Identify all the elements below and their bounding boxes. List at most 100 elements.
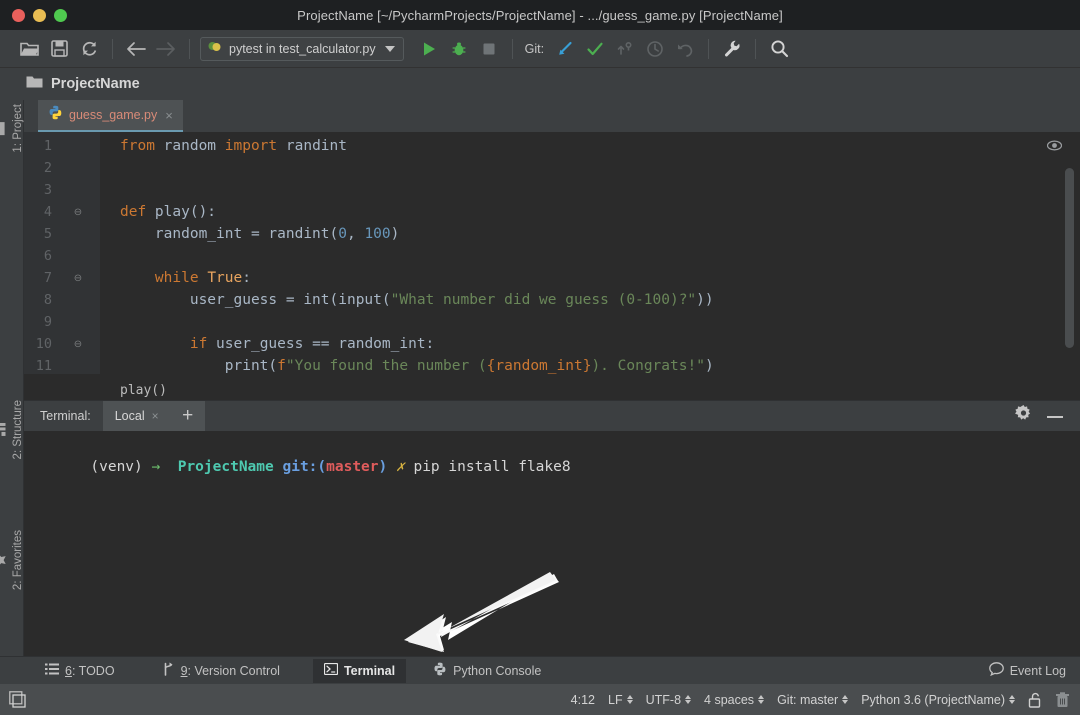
toolbar-divider-5	[755, 39, 756, 59]
encoding-selector[interactable]: UTF-8	[646, 693, 691, 707]
indent-selector[interactable]: 4 spaces	[704, 693, 764, 707]
terminal-actions	[1015, 405, 1080, 427]
line-number: 7	[24, 270, 52, 286]
folder-icon	[26, 75, 43, 94]
code-editor[interactable]: 1234⊖567⊖8910⊖1112⊖ from random import r…	[24, 132, 1080, 400]
sidebar-item-project[interactable]: 1: Project	[0, 104, 24, 153]
toolbar-divider-3	[512, 39, 513, 59]
run-configuration-selector[interactable]: pytest in test_calculator.py	[200, 37, 404, 61]
caret-position[interactable]: 4:12	[571, 693, 595, 707]
main-toolbar: pytest in test_calculator.py Git:	[0, 30, 1080, 68]
bottom-tool-window-bar: 6: TODO 9: Version Control Terminal Pyth…	[0, 656, 1080, 684]
python-icon	[433, 662, 447, 679]
terminal-tab-local[interactable]: Local ×	[103, 401, 171, 432]
editor-tab-strip: guess_game.py ×	[24, 100, 1080, 132]
line-separator-value: LF	[608, 693, 623, 707]
save-icon[interactable]	[44, 36, 74, 62]
project-header: ProjectName	[0, 68, 1080, 100]
terminal-tab-label: Local	[115, 409, 145, 423]
bottom-tab-terminal[interactable]: Terminal	[313, 659, 406, 683]
chevron-updown-icon	[1009, 695, 1015, 704]
debug-icon[interactable]	[444, 36, 474, 62]
git-branch-selector[interactable]: Git: master	[777, 693, 848, 707]
todo-list-icon	[45, 663, 59, 678]
eye-icon[interactable]	[1047, 138, 1062, 153]
line-number: 2	[24, 160, 52, 176]
search-icon[interactable]	[764, 36, 794, 62]
toolbar-divider	[112, 39, 113, 59]
git-label: Git:	[525, 42, 544, 56]
gear-icon[interactable]	[1015, 405, 1032, 427]
terminal-dirty-flag: ✗	[396, 459, 405, 475]
terminal-venv: (venv)	[90, 459, 142, 475]
sidebar-item-project-label: 1: Project	[12, 104, 24, 153]
terminal-prompt-line: (venv) → ProjectName git:(master) ✗ pip …	[38, 443, 571, 491]
event-log-button[interactable]: Event Log	[989, 662, 1066, 679]
interpreter-selector[interactable]: Python 3.6 (ProjectName)	[861, 693, 1015, 707]
minimize-icon[interactable]	[1046, 407, 1064, 425]
line-number: 8	[24, 292, 52, 308]
navigate-back-icon[interactable]	[121, 36, 151, 62]
indent-value: 4 spaces	[704, 693, 754, 707]
unlocked-icon[interactable]	[1028, 692, 1042, 708]
refresh-icon[interactable]	[74, 36, 104, 62]
breadcrumb: play()	[120, 383, 167, 398]
terminal-cwd: ProjectName	[178, 459, 274, 475]
interpreter-value: Python 3.6 (ProjectName)	[861, 693, 1005, 707]
code-fold-icon[interactable]: ⊖	[72, 207, 84, 219]
layout-icon[interactable]	[0, 691, 34, 708]
update-project-icon[interactable]	[550, 36, 580, 62]
chevron-down-icon[interactable]	[385, 46, 395, 52]
code-fold-icon[interactable]: ⊖	[72, 339, 84, 351]
chevron-updown-icon	[627, 695, 633, 704]
encoding-value: UTF-8	[646, 693, 681, 707]
tab-guess-game-py[interactable]: guess_game.py ×	[38, 100, 183, 132]
minimize-window-button[interactable]	[33, 9, 46, 22]
push-icon[interactable]	[610, 36, 640, 62]
wrench-icon[interactable]	[717, 36, 747, 62]
bottom-tab-todo[interactable]: 6: TODO	[34, 659, 126, 683]
code-line: random_int = randint(0, 100)	[120, 223, 399, 245]
maximize-window-button[interactable]	[54, 9, 67, 22]
event-log-label: Event Log	[1010, 664, 1066, 678]
sidebar-item-favorites[interactable]: 2: Favorites	[0, 530, 24, 590]
terminal-output[interactable]: (venv) → ProjectName git:(master) ✗ pip …	[24, 431, 1080, 656]
git-branch-value: Git: master	[777, 693, 838, 707]
code-fold-icon[interactable]: ⊖	[72, 273, 84, 285]
run-icon[interactable]	[414, 36, 444, 62]
editor-bottom-fade	[24, 374, 1080, 400]
bottom-tab-vc-label: : Version Control	[188, 664, 280, 678]
structure-icon	[0, 423, 7, 436]
event-log-icon	[989, 662, 1004, 679]
new-terminal-button[interactable]: +	[171, 401, 205, 432]
terminal-branch: master	[326, 459, 378, 475]
close-icon[interactable]: ×	[165, 108, 173, 123]
title-bar: ProjectName [~/PycharmProjects/ProjectNa…	[0, 0, 1080, 30]
terminal-title: Terminal:	[24, 409, 103, 423]
sidebar-item-structure[interactable]: 2: Structure	[0, 400, 24, 459]
bottom-tab-todo-label: : TODO	[72, 664, 115, 678]
navigate-forward-icon[interactable]	[151, 36, 181, 62]
rollback-icon[interactable]	[670, 36, 700, 62]
bottom-tab-vc-num: 9	[181, 664, 188, 678]
bottom-tab-todo-num: 6	[65, 664, 72, 678]
line-separator-selector[interactable]: LF	[608, 693, 633, 707]
code-line: from random import randint	[120, 135, 347, 157]
trash-icon[interactable]	[1055, 692, 1070, 708]
editor-vertical-scrollbar[interactable]	[1065, 168, 1074, 348]
close-icon[interactable]: ×	[152, 409, 159, 423]
line-number: 11	[24, 358, 52, 374]
line-number: 1	[24, 138, 52, 154]
status-bar-items: 4:12 LF UTF-8 4 spaces Git: master Pytho…	[571, 692, 1080, 708]
bottom-tab-python-console[interactable]: Python Console	[422, 659, 552, 683]
code-line: while True:	[120, 267, 251, 289]
line-number: 3	[24, 182, 52, 198]
stop-icon[interactable]	[474, 36, 504, 62]
left-tool-rail: 1: Project 2: Structure 2: Favorites	[0, 100, 24, 680]
open-folder-icon[interactable]	[14, 36, 44, 62]
close-window-button[interactable]	[12, 9, 25, 22]
bottom-tab-version-control[interactable]: 9: Version Control	[152, 659, 291, 683]
code-line: def play():	[120, 201, 216, 223]
commit-icon[interactable]	[580, 36, 610, 62]
history-icon[interactable]	[640, 36, 670, 62]
